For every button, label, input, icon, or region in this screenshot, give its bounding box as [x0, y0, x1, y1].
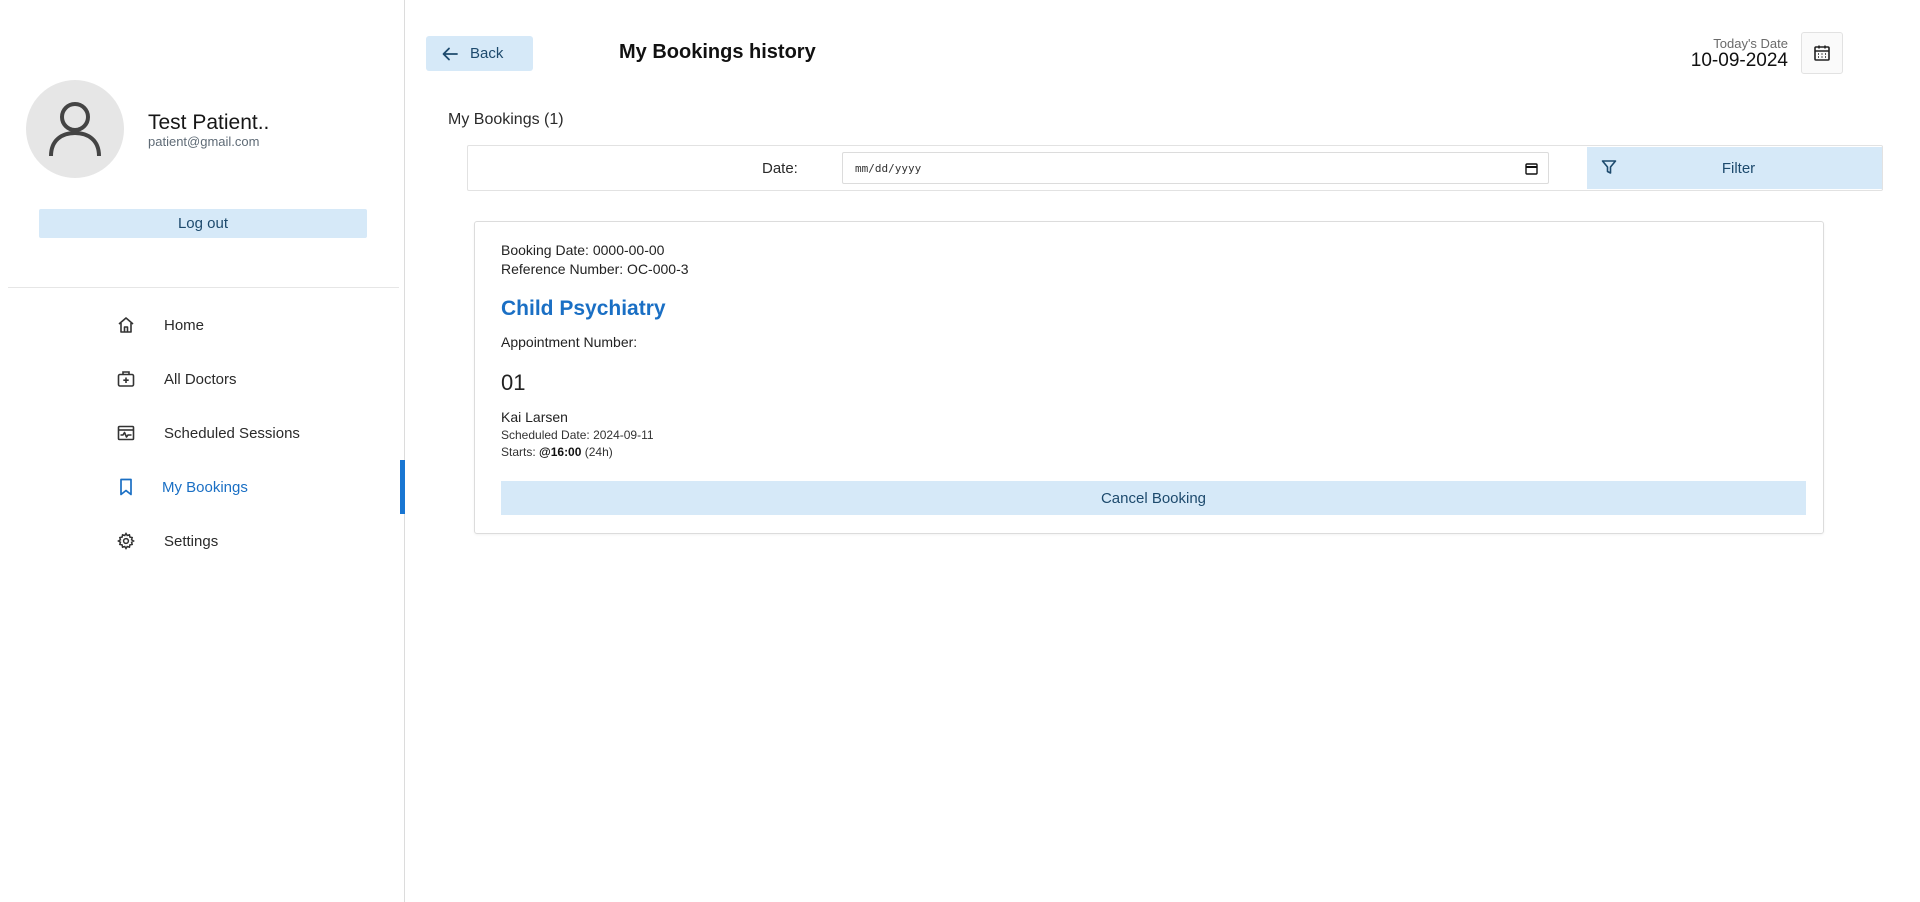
cancel-booking-button[interactable]: Cancel Booking: [501, 481, 1806, 515]
date-filter-label: Date:: [762, 160, 798, 177]
reference-number: Reference Number: OC-000-3: [501, 261, 689, 277]
session-title: Child Psychiatry: [501, 297, 666, 320]
active-indicator: [400, 460, 405, 514]
sidebar: Test Patient.. patient@gmail.com Log out…: [0, 0, 405, 902]
start-time: Starts: @16:00 (24h): [501, 445, 613, 459]
bookings-count-title: My Bookings (1): [448, 111, 564, 128]
calendar-icon: [1814, 45, 1830, 61]
schedule-icon: [115, 422, 137, 444]
arrow-left-icon: [442, 47, 458, 60]
doctor-name: Kai Larsen: [501, 409, 568, 425]
user-icon: [49, 102, 101, 157]
appointment-number-label: Appointment Number:: [501, 334, 638, 350]
start-time-value: @16:00: [539, 445, 582, 459]
filter-bar: Date: mm/dd/yyyy Filter: [467, 145, 1883, 191]
page-title: My Bookings history: [619, 41, 816, 63]
filter-button-label: Filter: [1721, 159, 1756, 177]
sidebar-item-all-doctors[interactable]: All Doctors: [0, 352, 405, 406]
today-date-value: 10-09-2024: [1690, 50, 1788, 71]
scheduled-date: Scheduled Date: 2024-09-11: [501, 428, 654, 442]
booking-card: Booking Date: 0000-00-00 Reference Numbe…: [474, 221, 1824, 534]
bookmark-icon: [115, 476, 137, 498]
start-time-prefix: Starts:: [501, 445, 540, 459]
date-filter-input[interactable]: mm/dd/yyyy: [842, 152, 1549, 184]
date-picker-icon[interactable]: [1525, 162, 1538, 175]
sidebar-item-settings[interactable]: Settings: [0, 514, 405, 568]
booking-date: Booking Date: 0000-00-00: [501, 242, 665, 258]
sidebar-item-label: Settings: [164, 532, 219, 550]
sidebar-divider: [8, 287, 399, 288]
sidebar-item-label: Home: [164, 316, 205, 334]
appointment-number: 01: [501, 370, 526, 395]
profile-email: patient@gmail.com: [148, 134, 260, 149]
profile-name: Test Patient..: [148, 111, 270, 134]
back-button-label: Back: [470, 45, 504, 62]
today-date-label: Today's Date: [1713, 36, 1788, 51]
home-icon: [115, 314, 137, 336]
avatar: [26, 80, 124, 178]
sidebar-item-home[interactable]: Home: [0, 298, 405, 352]
sidebar-item-label: All Doctors: [164, 370, 237, 388]
date-placeholder: mm/dd/yyyy: [855, 161, 922, 175]
sidebar-item-label: Scheduled Sessions: [164, 424, 300, 442]
sidebar-item-my-bookings[interactable]: My Bookings: [0, 460, 405, 514]
calendar-button[interactable]: [1801, 32, 1843, 74]
sidebar-item-scheduled-sessions[interactable]: Scheduled Sessions: [0, 406, 405, 460]
start-time-suffix: (24h): [581, 445, 613, 459]
gear-icon: [115, 530, 137, 552]
sidebar-item-label: My Bookings: [162, 478, 248, 496]
filter-button[interactable]: Filter: [1587, 147, 1882, 189]
logout-button[interactable]: Log out: [39, 209, 367, 238]
medical-bag-icon: [115, 368, 137, 390]
back-button[interactable]: Back: [426, 36, 533, 71]
